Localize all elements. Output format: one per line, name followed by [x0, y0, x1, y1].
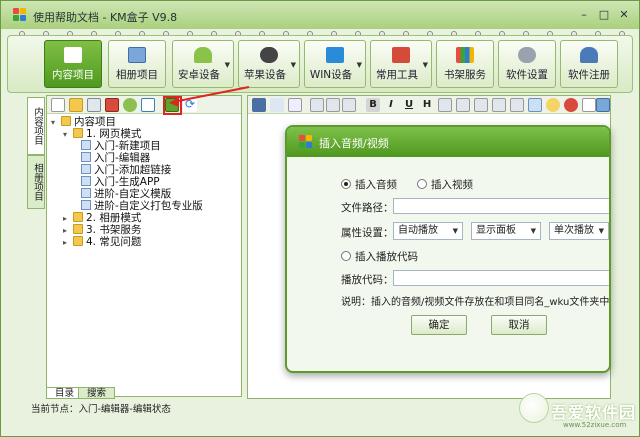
file-path-label: 文件路径： — [341, 202, 394, 214]
dialog-note: 说明：插入的音频/视频文件存放在和项目同名_wku文件夹中 — [341, 297, 610, 308]
status-text: 当前节点：入门-编辑器-编辑状态 — [31, 404, 171, 415]
app-logo-icon — [299, 135, 313, 149]
chevron-down-icon: ▼ — [452, 227, 458, 235]
cancel-button[interactable]: 取消 — [491, 315, 547, 335]
attr-label: 属性设置： — [341, 227, 394, 239]
dialog-header: 插入音频/视频 — [287, 127, 609, 157]
chevron-down-icon: ▼ — [530, 227, 536, 235]
radio-insert-audio[interactable] — [341, 179, 351, 189]
loop-select[interactable]: 单次播放 ▼ — [549, 222, 609, 240]
watermark-logo-icon — [519, 393, 549, 423]
chevron-down-icon: ▼ — [598, 227, 604, 235]
dialog-title: 插入音频/视频 — [319, 137, 389, 150]
watermark: 吾爱软件园 www.52zixue.com — [519, 379, 637, 435]
code-input[interactable] — [393, 270, 609, 286]
file-path-input[interactable] — [393, 198, 609, 214]
radio-video-label: 插入视频 — [431, 179, 473, 191]
insert-media-dialog: 插入音频/视频 插入音频 插入视频 文件路径： 属性设置： 自动播放 ▼ 显示面板… — [285, 125, 611, 373]
app-window: 使用帮助文档 - KM盒子 V9.8 – □ ✕ 内容项目 相册项目 安卓设备 — [0, 0, 640, 437]
radio-code-label: 插入播放代码 — [355, 251, 418, 263]
panel-select[interactable]: 显示面板 ▼ — [471, 222, 541, 240]
radio-insert-code[interactable] — [341, 251, 351, 261]
radio-insert-video[interactable] — [417, 179, 427, 189]
code-label: 播放代码： — [341, 274, 394, 286]
radio-audio-label: 插入音频 — [355, 179, 397, 191]
ok-button[interactable]: 确定 — [411, 315, 467, 335]
autoplay-select[interactable]: 自动播放 ▼ — [393, 222, 463, 240]
